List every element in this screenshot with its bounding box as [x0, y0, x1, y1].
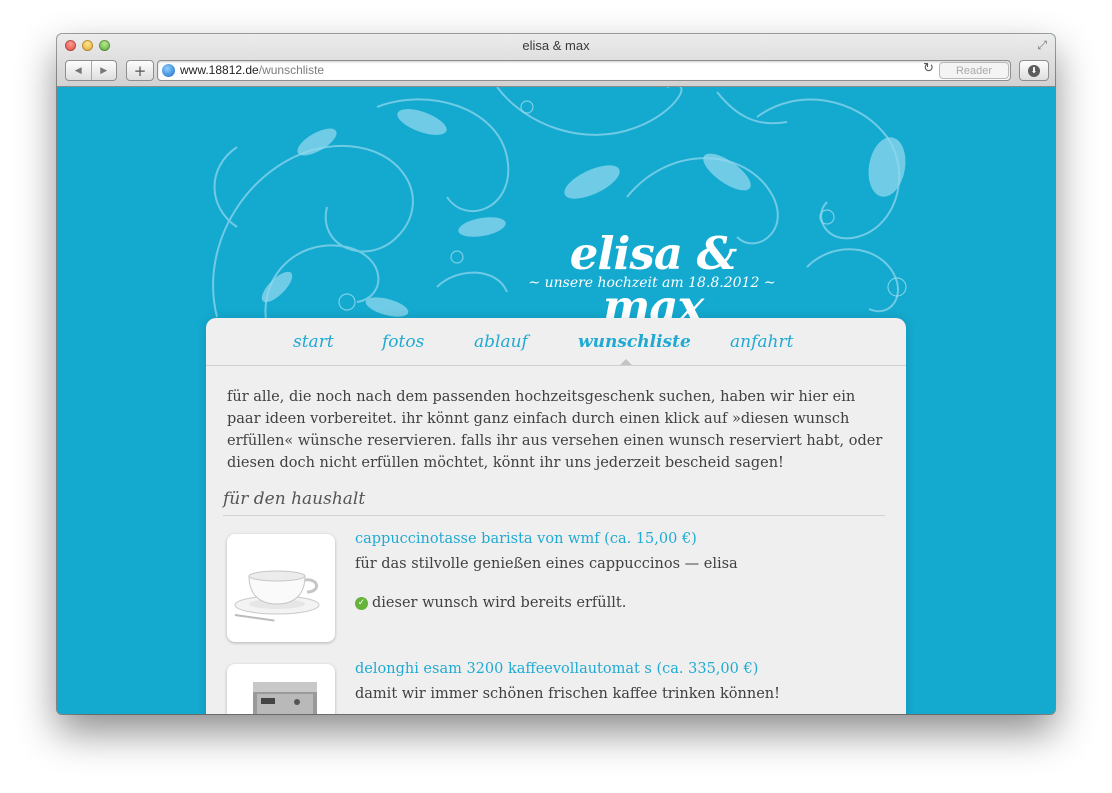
main-navigation: start fotos ablauf wunschliste anfahrt [206, 318, 906, 366]
add-bookmark-button[interactable]: + [126, 60, 154, 81]
site-subtitle: ~ unsere hochzeit am 18.8.2012 ~ [528, 275, 776, 291]
forward-button[interactable]: ▶ [90, 61, 117, 80]
nav-item-anfahrt[interactable]: anfahrt [730, 332, 793, 352]
fullscreen-icon[interactable]: ⤢ [1037, 38, 1047, 53]
wish-item-status: ✓ dieser wunsch wird bereits erfüllt. [355, 595, 626, 611]
active-tab-indicator [620, 359, 632, 365]
nav-item-ablauf[interactable]: ablauf [474, 332, 528, 352]
intro-text: für alle, die noch nach dem passenden ho… [227, 389, 883, 471]
url-host: www.18812.de [180, 63, 259, 77]
wish-item-status-text: dieser wunsch wird bereits erfüllt. [372, 595, 627, 611]
browser-window: elisa & max ⤢ ◀ ▶ + www.18812.de/wunschl… [57, 34, 1055, 714]
nav-item-wunschliste[interactable]: wunschliste [578, 332, 691, 352]
download-icon: ⬇ [1028, 64, 1040, 77]
globe-icon [162, 64, 175, 77]
coffee-machine-image [227, 664, 335, 714]
window-title: elisa & max [522, 38, 590, 53]
url-text[interactable]: www.18812.de/wunschliste [180, 63, 324, 77]
reader-button[interactable]: Reader [939, 62, 1009, 79]
back-button[interactable]: ◀ [66, 61, 91, 80]
nav-item-fotos[interactable]: fotos [382, 332, 424, 352]
reload-icon[interactable]: ↻ [923, 61, 934, 76]
wish-item-title[interactable]: delonghi esam 3200 kaffeevollautomat s (… [355, 661, 758, 677]
wish-item-description: damit wir immer schönen frischen kaffee … [355, 686, 780, 702]
history-buttons: ◀ ▶ [65, 60, 117, 81]
wish-item-title[interactable]: cappuccinotasse barista von wmf (ca. 15,… [355, 531, 697, 547]
check-icon: ✓ [355, 596, 368, 610]
section-divider [223, 515, 885, 516]
url-path: /wunschliste [258, 63, 325, 77]
browser-toolbar: elisa & max ⤢ ◀ ▶ + www.18812.de/wunschl… [57, 34, 1055, 87]
section-heading: für den haushalt [223, 489, 366, 509]
nav-item-start[interactable]: start [293, 332, 334, 352]
cappuccino-cup-image [227, 534, 335, 642]
main-panel: start fotos ablauf wunschliste anfahrt f… [206, 318, 906, 714]
wish-item-description: für das stilvolle genießen eines cappucc… [355, 556, 738, 572]
downloads-button[interactable]: ⬇ [1019, 60, 1049, 81]
address-bar[interactable]: www.18812.de/wunschliste ↻ Reader [157, 60, 1011, 81]
page-content: elisa & max ~ unsere hochzeit am 18.8.20… [57, 87, 1055, 714]
